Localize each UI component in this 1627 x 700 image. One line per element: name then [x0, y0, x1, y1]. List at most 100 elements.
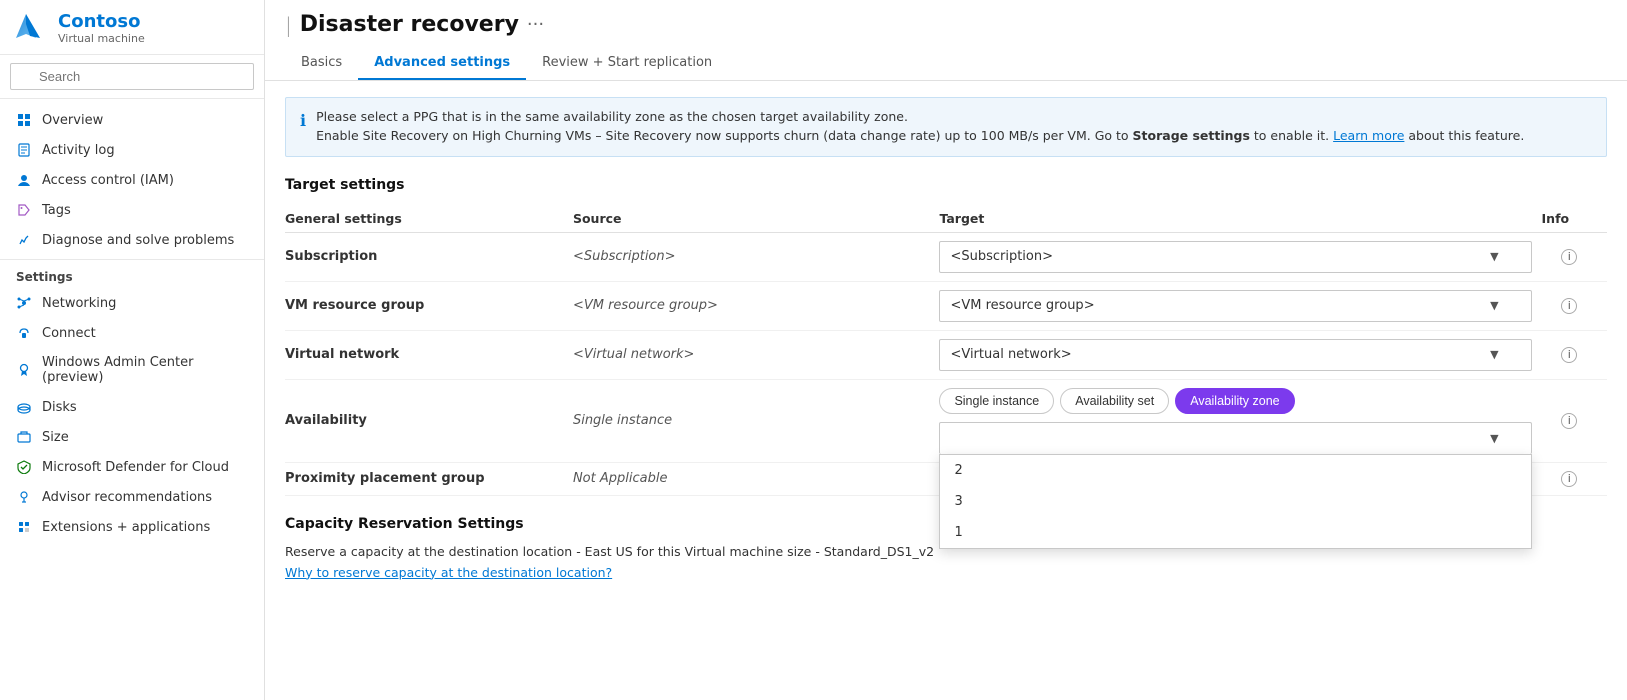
more-options-icon[interactable]: ···	[527, 14, 544, 35]
info-circle-icon[interactable]: i	[1561, 298, 1577, 314]
sidebar-item-iam[interactable]: Access control (IAM)	[0, 165, 264, 195]
availability-set-toggle[interactable]: Availability set	[1060, 388, 1169, 414]
advisor-icon	[16, 489, 32, 505]
size-icon	[16, 429, 32, 445]
table-row: Virtual network <Virtual network> <Virtu…	[285, 330, 1607, 379]
dropdown-value: <VM resource group>	[950, 298, 1094, 313]
sidebar-item-label: Overview	[42, 113, 103, 128]
row-source: <Subscription>	[573, 232, 939, 281]
dropdown-value: <Subscription>	[950, 249, 1053, 264]
row-label: Availability	[285, 379, 573, 462]
sidebar-search-area: 🔍	[0, 55, 264, 99]
availability-toggle: Single instance Availability set Availab…	[939, 388, 1531, 414]
sidebar-item-label: Advisor recommendations	[42, 490, 212, 505]
chevron-down-icon: ▼	[1490, 250, 1498, 263]
tab-bar: Basics Advanced settings Review + Start …	[285, 47, 1607, 80]
brand-logo	[12, 10, 48, 46]
content-area: ℹ Please select a PPG that is in the sam…	[265, 81, 1627, 700]
availability-zone-toggle[interactable]: Availability zone	[1175, 388, 1294, 414]
sidebar-item-advisor[interactable]: Advisor recommendations	[0, 482, 264, 512]
brand-subtitle: Virtual machine	[58, 32, 145, 45]
tab-basics[interactable]: Basics	[285, 47, 358, 80]
target-settings-table: General settings Source Target Info Subs…	[285, 205, 1607, 496]
sidebar-item-extensions[interactable]: Extensions + applications	[0, 512, 264, 542]
row-info: i	[1542, 232, 1607, 281]
info-circle-icon[interactable]: i	[1561, 347, 1577, 363]
sidebar-item-activity-log[interactable]: Activity log	[0, 135, 264, 165]
networking-icon	[16, 295, 32, 311]
dropdown-item[interactable]: 2	[940, 455, 1530, 486]
banner-bold-link[interactable]: Storage settings	[1133, 128, 1250, 143]
row-target: <Virtual network> ▼	[939, 330, 1541, 379]
banner-text: Please select a PPG that is in the same …	[316, 108, 1524, 146]
sidebar-header: Contoso Virtual machine	[0, 0, 264, 55]
sidebar-item-disks[interactable]: Disks	[0, 392, 264, 422]
availability-zone-dropdown[interactable]: ▼	[939, 422, 1531, 454]
disks-icon	[16, 399, 32, 415]
activity-log-icon	[16, 142, 32, 158]
sidebar: Contoso Virtual machine 🔍 Overview Activ…	[0, 0, 265, 700]
learn-more-link[interactable]: Learn more	[1333, 128, 1404, 143]
brand-name-block: Contoso Virtual machine	[58, 11, 145, 45]
info-banner: ℹ Please select a PPG that is in the sam…	[285, 97, 1607, 157]
row-target: <VM resource group> ▼	[939, 281, 1541, 330]
sidebar-item-tags[interactable]: Tags	[0, 195, 264, 225]
info-circle-icon[interactable]: i	[1561, 471, 1577, 487]
extensions-icon	[16, 519, 32, 535]
sidebar-item-label: Extensions + applications	[42, 520, 210, 535]
dropdown-value: <Virtual network>	[950, 347, 1071, 362]
sidebar-item-label: Size	[42, 430, 69, 445]
sidebar-item-defender[interactable]: Microsoft Defender for Cloud	[0, 452, 264, 482]
col-source: Source	[573, 205, 939, 233]
col-general: General settings	[285, 205, 573, 233]
iam-icon	[16, 172, 32, 188]
row-label: Subscription	[285, 232, 573, 281]
table-row: VM resource group <VM resource group> <V…	[285, 281, 1607, 330]
vm-resource-group-dropdown[interactable]: <VM resource group> ▼	[939, 290, 1531, 322]
sidebar-item-windows-admin[interactable]: Windows Admin Center (preview)	[0, 348, 264, 392]
sidebar-item-label: Activity log	[42, 143, 115, 158]
availability-zone-dropdown-wrap: ▼ 2 3 1	[939, 422, 1531, 454]
tab-advanced-settings[interactable]: Advanced settings	[358, 47, 526, 80]
page-title: Disaster recovery	[300, 12, 519, 37]
single-instance-toggle[interactable]: Single instance	[939, 388, 1054, 414]
title-divider: |	[285, 13, 292, 37]
table-row: Subscription <Subscription> <Subscriptio…	[285, 232, 1607, 281]
info-circle-icon[interactable]: i	[1561, 413, 1577, 429]
info-circle-icon[interactable]: i	[1561, 249, 1577, 265]
col-info: Info	[1542, 205, 1607, 233]
row-info: i	[1542, 281, 1607, 330]
chevron-down-icon: ▼	[1490, 299, 1498, 312]
info-icon: ℹ	[300, 109, 306, 146]
table-row: Availability Single instance Single inst…	[285, 379, 1607, 462]
chevron-down-icon: ▼	[1490, 432, 1498, 445]
search-input[interactable]	[10, 63, 254, 90]
row-target: <Subscription> ▼	[939, 232, 1541, 281]
defender-icon	[16, 459, 32, 475]
target-settings-title: Target settings	[285, 177, 1607, 193]
sidebar-item-label: Disks	[42, 400, 77, 415]
virtual-network-dropdown[interactable]: <Virtual network> ▼	[939, 339, 1531, 371]
capacity-link[interactable]: Why to reserve capacity at the destinati…	[285, 565, 612, 580]
tab-review[interactable]: Review + Start replication	[526, 47, 728, 80]
sidebar-item-label: Access control (IAM)	[42, 173, 174, 188]
dropdown-item[interactable]: 3	[940, 486, 1530, 517]
sidebar-item-size[interactable]: Size	[0, 422, 264, 452]
sidebar-item-connect[interactable]: Connect	[0, 318, 264, 348]
sidebar-item-diagnose[interactable]: Diagnose and solve problems	[0, 225, 264, 255]
sidebar-item-networking[interactable]: Networking	[0, 288, 264, 318]
dropdown-item[interactable]: 1	[940, 517, 1530, 548]
sidebar-item-label: Connect	[42, 326, 96, 341]
subscription-dropdown[interactable]: <Subscription> ▼	[939, 241, 1531, 273]
connect-icon	[16, 325, 32, 341]
row-label: Proximity placement group	[285, 462, 573, 495]
sidebar-nav: Overview Activity log Access control (IA…	[0, 99, 264, 700]
diagnose-icon	[16, 232, 32, 248]
sidebar-item-label: Tags	[42, 203, 71, 218]
row-label: Virtual network	[285, 330, 573, 379]
sidebar-item-overview[interactable]: Overview	[0, 105, 264, 135]
brand-name: Contoso	[58, 11, 145, 32]
row-target: Single instance Availability set Availab…	[939, 379, 1541, 462]
row-source: Not Applicable	[573, 462, 939, 495]
sidebar-item-label: Windows Admin Center (preview)	[42, 355, 248, 385]
